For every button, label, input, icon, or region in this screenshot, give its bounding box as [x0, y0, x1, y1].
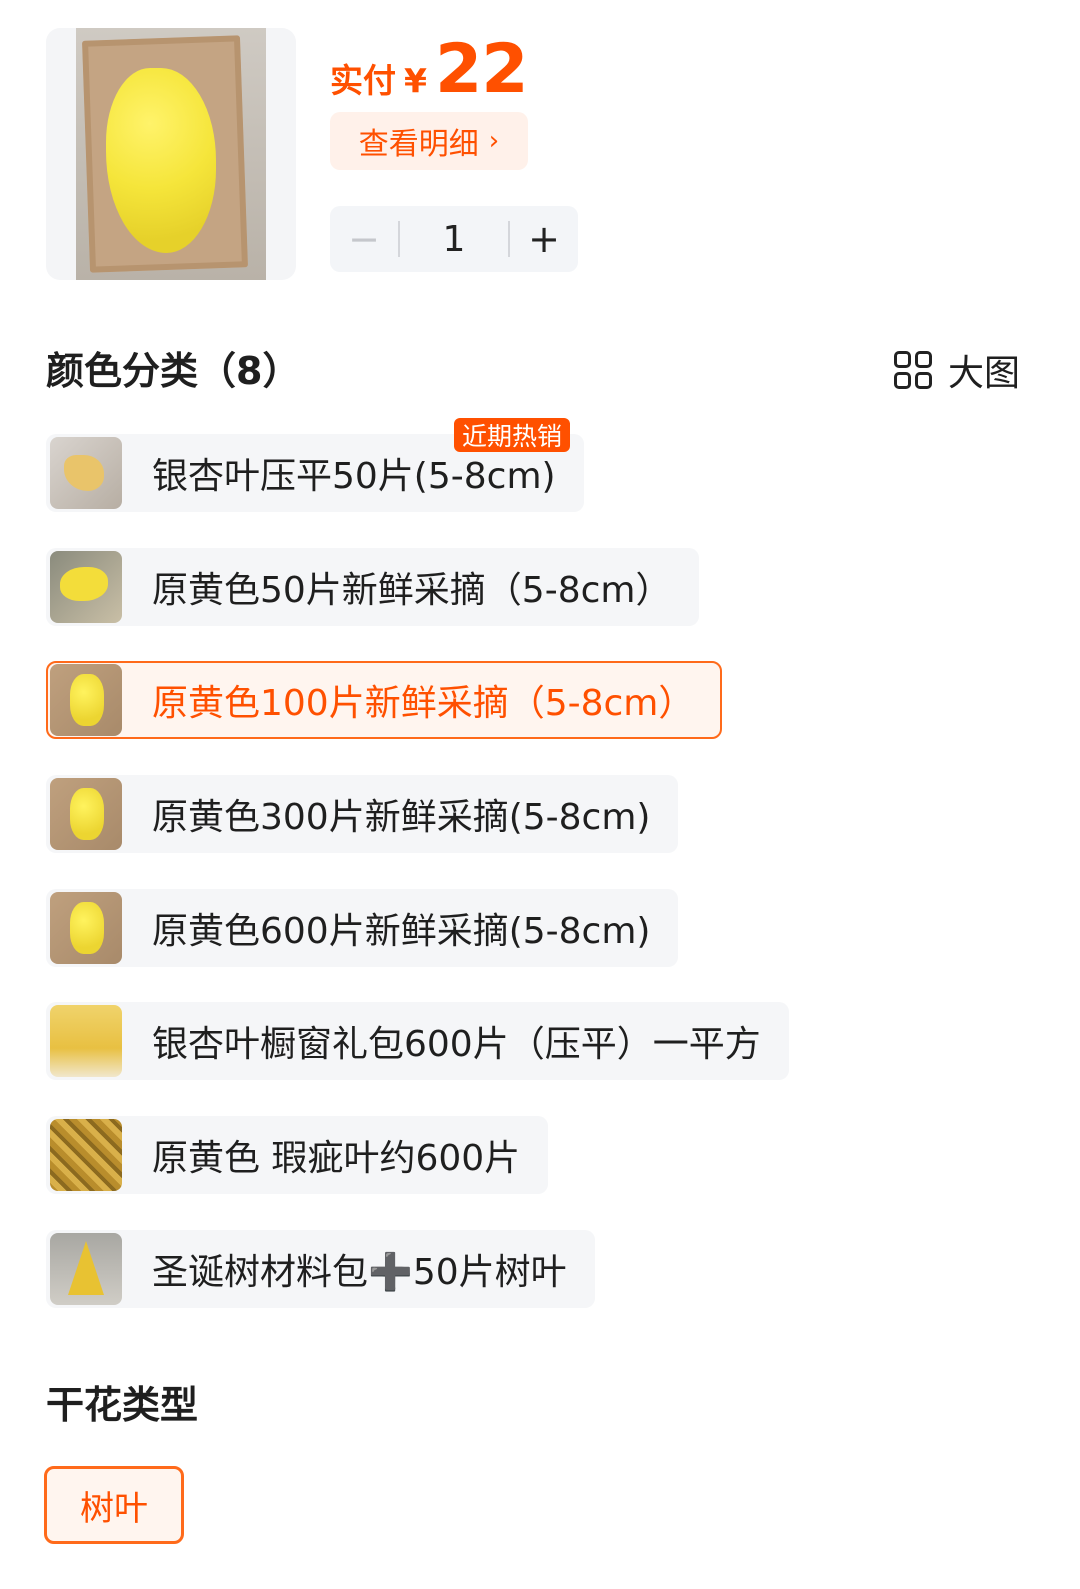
option-label: 圣诞树材料包➕50片树叶: [152, 1252, 567, 1293]
option-label: 银杏叶橱窗礼包600片（压平）一平方: [152, 1024, 761, 1065]
type-option-selected[interactable]: 树叶: [44, 1466, 184, 1544]
option-thumbnail: [50, 1005, 122, 1077]
option-thumbnail: [50, 778, 122, 850]
option-thumbnail: [50, 1119, 122, 1191]
option-thumbnail: [50, 437, 122, 509]
option-label: 原黄色100片新鲜采摘（5-8cm）: [152, 683, 695, 724]
color-option[interactable]: 圣诞树材料包➕50片树叶: [46, 1230, 595, 1308]
view-details-label: 查看明细: [358, 127, 479, 162]
color-section-title: 颜色分类（8）: [46, 349, 301, 393]
option-label: 原黄色300片新鲜采摘(5-8cm): [152, 797, 651, 838]
color-option[interactable]: 银杏叶橱窗礼包600片（压平）一平方: [46, 1002, 789, 1080]
quantity-stepper: − 1 +: [330, 206, 578, 272]
option-thumbnail: [50, 551, 122, 623]
chevron-right-icon: ›: [488, 126, 500, 156]
option-thumbnail: [50, 892, 122, 964]
price-currency: ¥: [404, 61, 427, 100]
color-option[interactable]: 原黄色300片新鲜采摘(5-8cm): [46, 775, 679, 853]
view-details-button[interactable]: 查看明细 ›: [330, 112, 528, 170]
big-image-label: 大图: [947, 353, 1020, 394]
big-image-view-toggle[interactable]: 大图: [893, 344, 1020, 396]
price-value: 22: [434, 30, 529, 109]
hot-selling-badge: 近期热销: [454, 418, 571, 452]
color-option[interactable]: 原黄色600片新鲜采摘(5-8cm): [46, 889, 679, 967]
color-option[interactable]: 原黄色50片新鲜采摘（5-8cm）: [46, 548, 700, 626]
option-label: 原黄色50片新鲜采摘（5-8cm）: [152, 570, 672, 611]
option-thumbnail: [50, 1233, 122, 1305]
quantity-value[interactable]: 1: [400, 219, 508, 260]
option-label: 原黄色 瑕疵叶约600片: [152, 1138, 521, 1179]
price-label: 实付: [330, 61, 396, 100]
color-option-selected[interactable]: 原黄色100片新鲜采摘（5-8cm）: [46, 661, 723, 739]
type-section-title: 干花类型: [46, 1383, 199, 1427]
option-label: 银杏叶压平50片(5-8cm): [152, 456, 556, 497]
price-row: 实付 ¥ 22: [330, 30, 529, 109]
product-thumbnail[interactable]: [46, 28, 296, 280]
decrement-button[interactable]: −: [330, 217, 398, 261]
option-thumbnail: [50, 664, 122, 736]
option-label: 原黄色600片新鲜采摘(5-8cm): [152, 911, 651, 952]
grid-view-icon: [893, 351, 932, 389]
color-option[interactable]: 原黄色 瑕疵叶约600片: [46, 1116, 549, 1194]
increment-button[interactable]: +: [510, 217, 578, 261]
